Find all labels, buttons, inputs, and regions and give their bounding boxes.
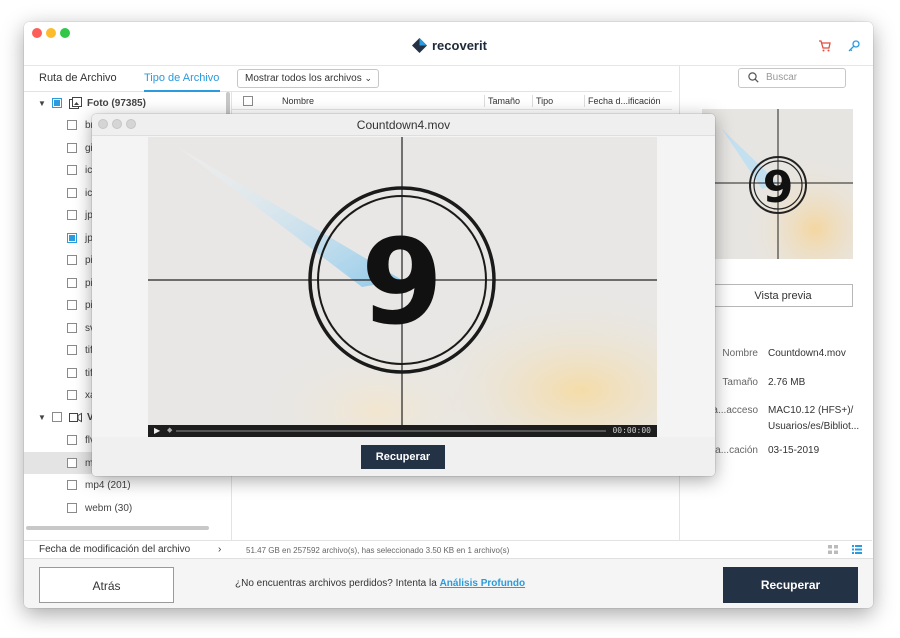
file-table-header: Nombre Tamaño Tipo Fecha d...ificación [232,92,672,110]
dialog-title: Countdown4.mov [356,118,451,132]
dialog-footer: Recuperar [92,437,715,476]
cart-icon[interactable] [818,40,831,52]
tab-file-type[interactable]: Tipo de Archivo [144,72,219,84]
volume-icon[interactable]: ◆ [167,426,172,434]
show-files-dropdown-label: Mostrar todos los archivos [245,73,362,84]
tree-item-checkbox[interactable] [67,390,77,400]
recoverit-logo-icon [412,38,427,53]
dialog-title-bar: Countdown4.mov [92,114,715,136]
chevron-right-icon: › [218,544,222,555]
title-bar: recoverit [24,22,873,66]
countdown-video-image: 9 [148,137,657,425]
seek-bar[interactable] [176,430,606,432]
tree-item-label: mp4 (201) [85,479,131,491]
expand-toggle-icon[interactable]: ▼ [38,99,46,108]
app-name: recoverit [432,38,487,53]
column-name[interactable]: Nombre [282,96,314,106]
column-divider [532,95,533,107]
tree-item[interactable]: ▼ Foto (97385) [24,92,224,114]
metadata-value: 2.76 MB [768,377,806,388]
column-date[interactable]: Fecha d...ificación [588,96,661,106]
timecode: 00:00:00 [612,426,651,435]
metadata-key: ha...cación [712,445,758,456]
tree-item-checkbox[interactable] [67,300,77,310]
video-frame[interactable]: 9 [148,137,657,425]
expand-toggle-icon[interactable]: ▼ [38,413,46,422]
tree-item-checkbox[interactable] [67,480,77,490]
minimize-window-button[interactable] [46,28,56,38]
back-button[interactable]: Atrás [39,567,174,603]
status-bar: 51.47 GB en 257592 archivo(s), has selec… [232,540,872,558]
sort-by-date-label: Fecha de modificación del archivo [39,544,191,555]
view-tabs: Ruta de Archivo Tipo de Archivo [24,66,232,92]
key-icon[interactable] [848,40,860,52]
tree-horizontal-scrollbar[interactable] [26,526,209,530]
tree-item-checkbox[interactable] [67,458,77,468]
photo-category-icon [69,97,82,109]
show-files-dropdown[interactable]: Mostrar todos los archivos ⌄ [237,69,379,88]
deep-scan-question: ¿No encuentras archivos perdidos? Intent… [235,578,440,589]
tree-item-checkbox[interactable] [67,210,77,220]
tree-item-label: Foto (97385) [87,97,146,109]
tree-item-checkbox[interactable] [67,435,77,445]
search-input[interactable]: Buscar [738,68,846,88]
tree-item-checkbox[interactable] [67,120,77,130]
status-text: 51.47 GB en 257592 archivo(s), has selec… [246,546,510,555]
tree-item[interactable]: mp4 (201) [24,474,224,496]
app-logo: recoverit [412,38,487,53]
tree-item-checkbox[interactable] [67,143,77,153]
tree-item-checkbox[interactable] [67,165,77,175]
list-view-icon[interactable] [852,545,862,554]
deep-scan-link[interactable]: Análisis Profundo [440,578,526,589]
file-list-toolbar: Mostrar todos los archivos ⌄ [232,66,672,92]
video-player-controls: ▶ ◆ 00:00:00 [148,425,657,437]
tree-item-label: webm (30) [85,502,133,514]
select-all-checkbox[interactable] [243,96,253,106]
metadata-key: Nombre [722,348,758,359]
deep-scan-prompt: ¿No encuentras archivos perdidos? Intent… [235,578,525,589]
chevron-down-icon: ⌄ [364,73,372,83]
video-preview-dialog: Countdown4.mov 9 ▶ ◆ 00:00:00 Recuperar [92,114,715,476]
countdown-digit: 9 [361,213,443,351]
metadata-key: Tamaño [722,377,758,388]
preview-button[interactable]: Vista previa [713,284,853,307]
dialog-recover-button[interactable]: Recuperar [361,445,445,469]
preview-thumbnail[interactable]: 9 [702,109,853,259]
zoom-window-button[interactable] [60,28,70,38]
metadata-value: MAC10.12 (HFS+)/ Usuarios/es/Bibliot... [768,405,860,432]
recover-button[interactable]: Recuperar [723,567,858,603]
tab-file-path[interactable]: Ruta de Archivo [39,72,117,84]
search-icon [748,72,759,83]
tree-item-checkbox[interactable] [67,188,77,198]
dialog-zoom-button[interactable] [126,119,136,129]
search-placeholder: Buscar [766,72,798,83]
tree-item[interactable]: webm (30) [24,497,224,519]
tree-item-checkbox[interactable] [52,98,62,108]
tree-item-checkbox[interactable] [67,345,77,355]
video-category-icon [69,412,82,423]
column-type[interactable]: Tipo [536,96,553,106]
countdown-thumbnail-image: 9 [702,109,853,259]
dialog-close-button[interactable] [98,119,108,129]
column-divider [584,95,585,107]
metadata-value: 03-15-2019 [768,445,820,456]
dialog-minimize-button[interactable] [112,119,122,129]
countdown-digit-small: 9 [763,162,794,213]
column-divider [484,95,485,107]
sort-by-date-row[interactable]: Fecha de modificación del archivo › [24,540,232,558]
tree-item-checkbox[interactable] [67,255,77,265]
tree-item-checkbox[interactable] [67,503,77,513]
play-icon[interactable]: ▶ [154,426,160,435]
metadata-key: ta...acceso [712,405,758,416]
close-window-button[interactable] [32,28,42,38]
tree-item-checkbox[interactable] [67,323,77,333]
tree-item-checkbox[interactable] [67,278,77,288]
tree-item-checkbox[interactable] [67,368,77,378]
bottom-bar: Atrás ¿No encuentras archivos perdidos? … [24,558,873,608]
metadata-value: Countdown4.mov [768,348,846,359]
column-size[interactable]: Tamaño [488,96,520,106]
grid-view-icon[interactable] [828,545,838,554]
tree-item-checkbox[interactable] [52,412,62,422]
tree-item-checkbox[interactable] [67,233,77,243]
